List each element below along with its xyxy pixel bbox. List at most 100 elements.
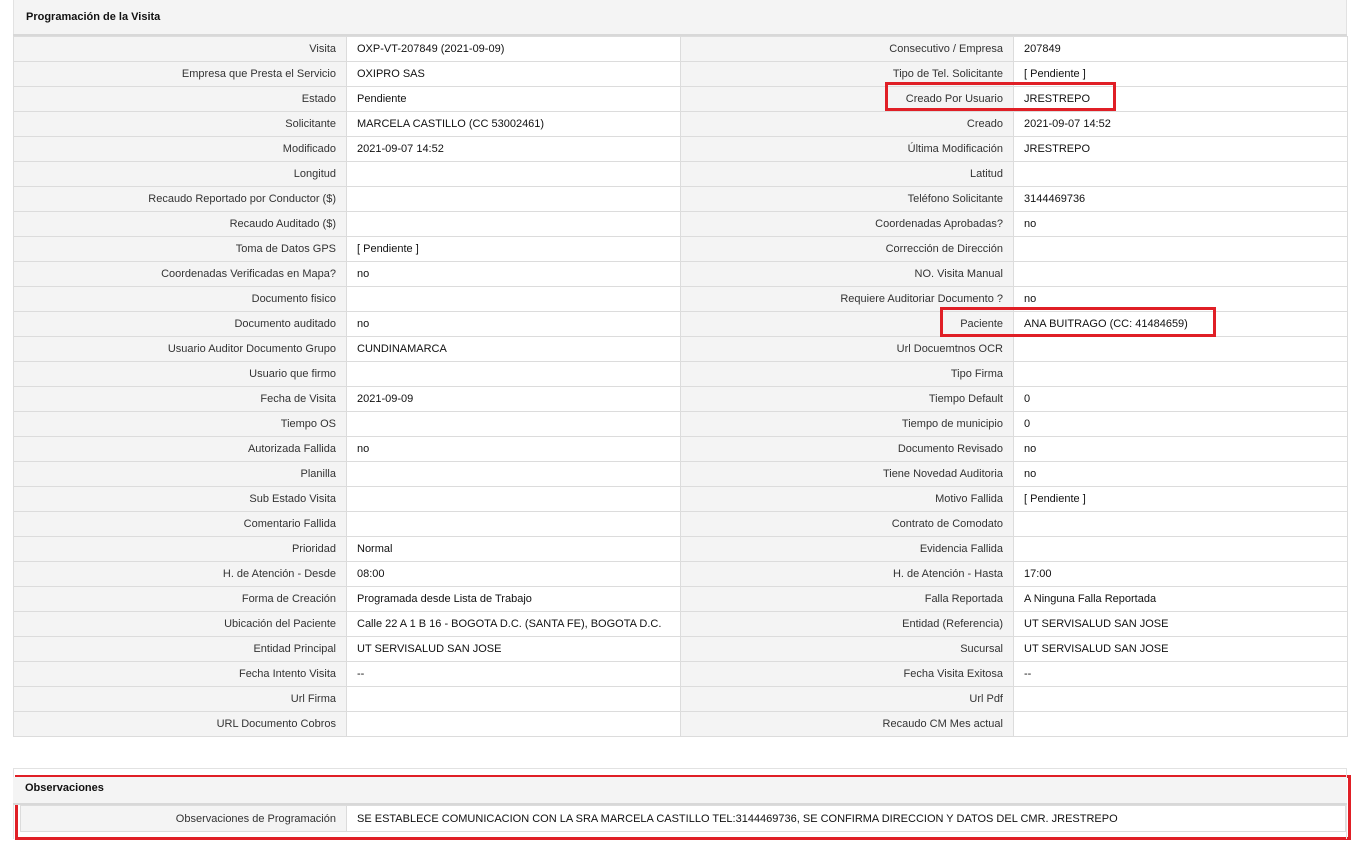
field-value: JRESTREPO <box>1013 136 1348 162</box>
field-value: OXIPRO SAS <box>346 61 681 87</box>
field-value <box>1013 161 1348 187</box>
field-value: -- <box>1013 661 1348 687</box>
field-value: no <box>1013 286 1348 312</box>
field-value: Pendiente <box>346 86 681 112</box>
field-label: Documento fisico <box>13 286 347 312</box>
field-label: Url Pdf <box>680 686 1014 712</box>
field-value: ANA BUITRAGO (CC: 41484659) <box>1013 311 1348 337</box>
table-row: Tiempo OS Tiempo de municipio 0 <box>13 411 1348 437</box>
field-label: Recaudo CM Mes actual <box>680 711 1014 737</box>
field-value <box>346 286 681 312</box>
table-row: Planilla Tiene Novedad Auditoria no <box>13 461 1348 487</box>
table-row: Sub Estado Visita Motivo Fallida[ Pendien… <box>13 486 1348 512</box>
field-value: [ Pendiente ] <box>346 236 681 262</box>
table-row: Visita OXP-VT-207849 (2021-09-09) Consecut… <box>13 36 1348 62</box>
field-label: Empresa que Presta el Servicio <box>13 61 347 87</box>
field-label: URL Documento Cobros <box>13 711 347 737</box>
field-label: Longitud <box>13 161 347 187</box>
field-value <box>1013 711 1348 737</box>
field-label: Tipo Firma <box>680 361 1014 387</box>
field-label: Usuario que firmo <box>13 361 347 387</box>
table-row: Fecha Intento Visita -- Fecha Visita Exit… <box>13 661 1348 687</box>
field-label: Coordenadas Verificadas en Mapa? <box>13 261 347 287</box>
field-value: UT SERVISALUD SAN JOSE <box>1013 636 1348 662</box>
table-row: Usuario Auditor Documento Grupo CUNDINAMA… <box>13 336 1348 362</box>
field-label: Creado <box>680 111 1014 137</box>
field-value: Programada desde Lista de Trabajo <box>346 586 681 612</box>
field-label: Tiempo Default <box>680 386 1014 412</box>
field-label: Fecha de Visita <box>13 386 347 412</box>
field-label: Coordenadas Aprobadas? <box>680 211 1014 237</box>
observaciones-label: Observaciones de Programación <box>20 805 347 832</box>
table-row: Documento fisico Requiere Auditoriar Docu… <box>13 286 1348 312</box>
field-value: no <box>346 436 681 462</box>
field-value: A Ninguna Falla Reportada <box>1013 586 1348 612</box>
field-value <box>346 186 681 212</box>
field-value <box>346 361 681 387</box>
table-row: Documento auditado no Paciente ANA BUITRAG… <box>13 311 1348 337</box>
field-value <box>346 211 681 237</box>
field-value: 08:00 <box>346 561 681 587</box>
field-label: Contrato de Comodato <box>680 511 1014 537</box>
field-value <box>1013 336 1348 362</box>
field-label: Latitud <box>680 161 1014 187</box>
field-label: Autorizada Fallida <box>13 436 347 462</box>
field-value <box>346 411 681 437</box>
field-label: Fecha Intento Visita <box>13 661 347 687</box>
field-label: Documento Revisado <box>680 436 1014 462</box>
field-label: Solicitante <box>13 111 347 137</box>
field-label: Url Docuemtnos OCR <box>680 336 1014 362</box>
field-value <box>1013 361 1348 387</box>
field-label: Tiempo de municipio <box>680 411 1014 437</box>
field-value: 2021-09-07 14:52 <box>1013 111 1348 137</box>
field-value: 0 <box>1013 386 1348 412</box>
section-title: Programación de la Visita <box>13 0 1347 35</box>
table-row: Recaudo Auditado ($) Coordenadas Aprobada… <box>13 211 1348 237</box>
table-row: Longitud Latitud <box>13 161 1348 187</box>
field-value: MARCELA CASTILLO (CC 53002461) <box>346 111 681 137</box>
field-value <box>1013 686 1348 712</box>
table-row: Empresa que Presta el Servicio OXIPRO SAS… <box>13 61 1348 87</box>
field-value: 0 <box>1013 411 1348 437</box>
field-value: -- <box>346 661 681 687</box>
observaciones-value: SE ESTABLECE COMUNICACION CON LA SRA MAR… <box>346 805 1346 832</box>
field-value <box>346 486 681 512</box>
field-label: Modificado <box>13 136 347 162</box>
field-value: OXP-VT-207849 (2021-09-09) <box>346 36 681 62</box>
field-label: Consecutivo / Empresa <box>680 36 1014 62</box>
field-label: Planilla <box>13 461 347 487</box>
table-row: H. de Atención - Desde 08:00 H. de Atenció… <box>13 561 1348 587</box>
field-value: CUNDINAMARCA <box>346 336 681 362</box>
table-row: Ubicación del Paciente Calle 22 A 1 B 16 … <box>13 611 1348 637</box>
observaciones-table: Observaciones de Programación SE ESTABLE… <box>20 805 1346 832</box>
field-value: UT SERVISALUD SAN JOSE <box>1013 611 1348 637</box>
table-row: Coordenadas Verificadas en Mapa? no NO. V… <box>13 261 1348 287</box>
field-value: 17:00 <box>1013 561 1348 587</box>
table-row: Recaudo Reportado por Conductor ($) Teléf… <box>13 186 1348 212</box>
field-label: Recaudo Reportado por Conductor ($) <box>13 186 347 212</box>
observaciones-title: Observaciones <box>13 777 1347 804</box>
field-value: 2021-09-07 14:52 <box>346 136 681 162</box>
visit-details-table: Visita OXP-VT-207849 (2021-09-09) Consecut… <box>13 36 1348 737</box>
table-row: Estado Pendiente Creado Por Usuario JRESTRE… <box>13 86 1348 112</box>
field-value <box>346 161 681 187</box>
field-label: Documento auditado <box>13 311 347 337</box>
table-row: Forma de Creación Programada desde Lista … <box>13 586 1348 612</box>
field-value: Calle 22 A 1 B 16 - BOGOTA D.C. (SANTA F… <box>346 611 681 637</box>
field-value: no <box>346 261 681 287</box>
field-label: Tiene Novedad Auditoria <box>680 461 1014 487</box>
field-label: Creado Por Usuario <box>680 86 1014 112</box>
field-value: [ Pendiente ] <box>1013 61 1348 87</box>
field-value: 2021-09-09 <box>346 386 681 412</box>
field-label: Teléfono Solicitante <box>680 186 1014 212</box>
field-label: Estado <box>13 86 347 112</box>
table-row: Observaciones de Programación SE ESTABLE… <box>20 805 1346 832</box>
table-row: Prioridad Normal Evidencia Fallida <box>13 536 1348 562</box>
field-value <box>1013 511 1348 537</box>
field-value: UT SERVISALUD SAN JOSE <box>346 636 681 662</box>
field-label: Falla Reportada <box>680 586 1014 612</box>
field-label: Última Modificación <box>680 136 1014 162</box>
table-row: Entidad Principal UT SERVISALUD SAN JOSE S… <box>13 636 1348 662</box>
field-label: Prioridad <box>13 536 347 562</box>
field-label: Comentario Fallida <box>13 511 347 537</box>
